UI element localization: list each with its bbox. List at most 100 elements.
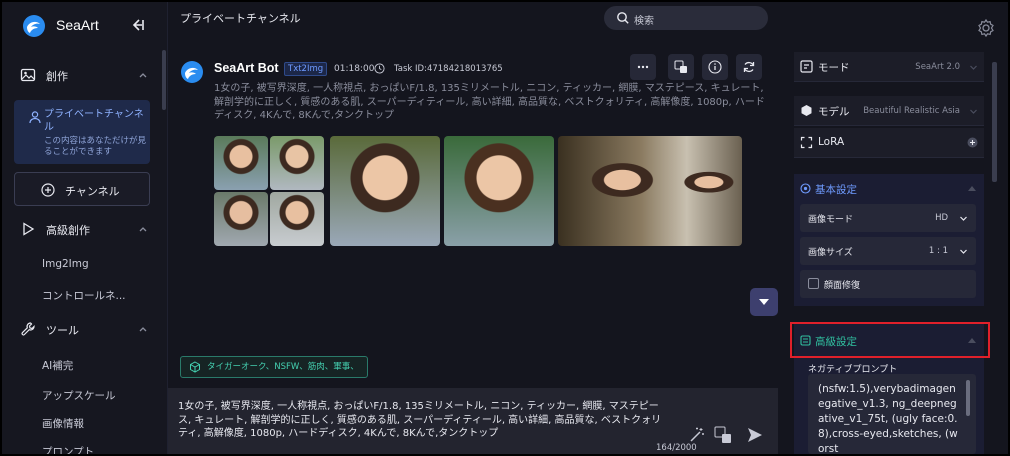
play-icon [23,222,35,236]
app-window: SeaArt 創作 プライベートチャンネル この内容はあなただけが見ることができ… [2,2,1008,454]
more-icon [637,65,649,69]
translate-button[interactable] [668,54,694,80]
translate-icon [674,60,687,73]
chevron-up-icon [139,73,147,78]
collapse-sidebar-icon[interactable] [130,17,146,33]
sidebar-scrollbar[interactable] [162,50,166,110]
settings-panel: モード SeaArt 2.0 モデル Beautiful Realistic A… [778,2,1008,454]
left-sidebar: SeaArt 創作 プライベートチャンネル この内容はあなただけが見ることができ… [2,2,168,454]
search-placeholder: 検索 [634,16,654,27]
mode-icon [800,60,813,73]
mode-select[interactable]: モード SeaArt 2.0 [794,52,984,82]
image-thumbnail[interactable] [270,136,324,190]
magic-wand-icon[interactable] [688,426,706,444]
basic-settings-title: 基本設定 [815,184,857,196]
sidebar-item-img2img[interactable]: Img2Img [42,258,89,270]
caret-up-icon[interactable] [968,185,976,191]
user-icon [29,111,41,124]
image-size-select[interactable]: 画像サイズ 1 : 1 [800,237,976,265]
sidebar-item-upscale[interactable]: アップスケール [42,388,116,403]
image-thumbnail[interactable] [558,136,742,246]
chevron-down-icon [960,249,967,254]
suggestion-text: タイガーオーク、NSFW、筋肉、軍事、 [207,362,359,372]
image-size-value: 1 : 1 [928,246,948,256]
private-channel-subtitle: この内容はあなただけが見ることができます [44,136,147,157]
image-icon [20,68,36,82]
chat-header: プライベートチャンネル 検索 [168,2,778,32]
search-input[interactable]: 検索 [604,6,768,30]
image-mode-select[interactable]: 画像モード HD [800,204,976,232]
plus-circle-icon [41,183,55,197]
image-thumbnail[interactable] [214,136,268,190]
sidebar-section-label: 高級創作 [46,224,90,237]
model-value: Beautiful Realistic Asia [863,106,960,116]
suggestion-chip[interactable]: タイガーオーク、NSFW、筋肉、軍事、 [180,356,368,378]
chevron-down-icon [970,65,977,70]
image-mode-value: HD [935,213,948,223]
face-fix-checkbox[interactable] [808,278,819,289]
settings-scrollbar[interactable] [992,62,997,182]
char-counter: 164/2000 [656,443,697,453]
bot-name: SeaArt Bot [214,61,279,75]
negative-prompt-text[interactable]: (nsfw:1.5),verybadimagenegative_v1.3, ng… [818,382,958,454]
basic-settings-section: 基本設定 画像モード HD 画像サイズ 1 : 1 顔面修復 [794,174,984,306]
channel-button[interactable]: チャンネル [14,172,150,206]
sidebar-item-prompt[interactable]: プロンプト [42,444,94,454]
negative-prompt-scrollbar[interactable] [966,380,970,416]
regenerate-button[interactable] [736,54,762,80]
image-thumbnail[interactable] [214,192,268,246]
chevron-up-icon [139,227,147,232]
prompt-composer[interactable]: 1女の子, 被写界深度, 一人称視点, おっぱいF/1.8, 135ミリメートル… [168,388,778,454]
chevron-down-icon [960,216,967,221]
basic-settings-header[interactable]: 基本設定 [800,182,857,197]
sidebar-section-create[interactable]: 創作 [2,60,162,90]
refresh-icon [743,61,755,73]
scroll-to-bottom-button[interactable] [750,288,778,316]
plus-circle-icon[interactable] [967,137,978,148]
send-icon[interactable] [746,426,764,444]
sidebar-item-image-info[interactable]: 画像情報 [42,416,84,431]
chevron-down-icon [970,109,977,114]
chat-area: プライベートチャンネル 検索 SeaArt Bot Txt2Img 01:18:… [168,2,778,454]
sidebar-section-tools[interactable]: ツール [2,314,162,344]
cube-icon [190,361,200,373]
message-time: 01:18:00 [334,64,375,74]
sidebar-section-advanced-creation[interactable]: 高級創作 [2,214,162,244]
chevron-down-icon [759,299,769,305]
clock-icon [374,63,385,74]
search-icon [617,12,629,24]
lora-row[interactable]: LoRA [794,128,984,158]
prompt-input[interactable]: 1女の子, 被写界深度, 一人称視点, おっぱいF/1.8, 135ミリメートル… [178,400,668,441]
lora-label: LoRA [818,136,845,148]
private-channel-title: プライベートチャンネル [44,109,144,133]
mode-label: モード [818,62,850,74]
negative-prompt-input[interactable]: (nsfw:1.5),verybadimagenegative_v1.3, ng… [808,374,976,454]
info-button[interactable] [702,54,728,80]
expand-arrows-icon [800,136,813,149]
model-select[interactable]: モデル Beautiful Realistic Asia [794,96,984,126]
seaart-logo-icon [23,15,45,37]
sidebar-item-controlnet[interactable]: コントロールネ... [42,288,126,303]
translate-icon[interactable] [714,426,732,444]
image-size-label: 画像サイズ [808,248,853,258]
page-title: プライベートチャンネル [180,12,301,25]
brand-row: SeaArt [2,2,167,48]
task-id: Task ID:47184218013765 [394,64,503,74]
image-thumbnail[interactable] [444,136,554,246]
prompt-text: 1女の子, 被写界深度, 一人称視点, おっぱいF/1.8, 135ミリメートル… [214,83,765,121]
sidebar-item-ai-complete[interactable]: AI補完 [42,358,73,373]
gear-icon[interactable] [974,16,998,40]
bot-avatar [181,61,203,83]
image-thumbnail[interactable] [330,136,440,246]
image-thumbnail[interactable] [270,192,324,246]
sidebar-item-private-channel[interactable]: プライベートチャンネル この内容はあなただけが見ることができます [14,100,150,164]
face-fix-label: 顔面修復 [824,281,861,291]
wrench-icon [21,322,35,336]
brand-name: SeaArt [56,17,99,33]
info-icon [708,60,722,74]
face-fix-row[interactable]: 顔面修復 [800,270,976,298]
more-options-button[interactable] [630,54,656,80]
sidebar-section-label: 創作 [46,70,68,83]
chevron-up-icon [139,327,147,332]
settings-icon [800,183,811,194]
